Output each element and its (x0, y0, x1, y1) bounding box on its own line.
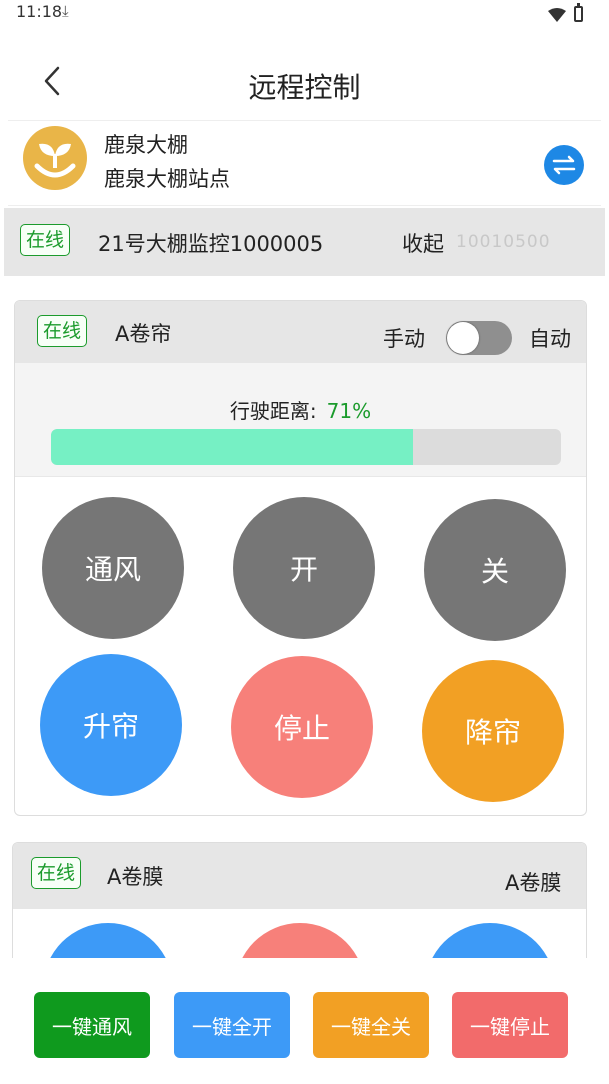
film-title: A卷膜 (107, 865, 164, 889)
close-button[interactable]: 关 (424, 499, 566, 641)
wifi-icon (548, 8, 566, 22)
progress-bar (51, 429, 561, 465)
sprout-logo-graphic (34, 143, 76, 178)
site-name: 鹿泉大棚 (104, 133, 188, 157)
progress-area: 行驶距离: 71% (15, 363, 586, 477)
ventilate-all-button[interactable]: 一键通风 (34, 992, 150, 1058)
device-name: 21号大棚监控1000005 (98, 232, 324, 256)
lower-curtain-button[interactable]: 降帘 (422, 660, 564, 802)
battery-icon (574, 3, 583, 22)
close-all-button[interactable]: 一键全关 (313, 992, 429, 1058)
swap-arrows-icon (552, 155, 576, 175)
download-icon: ⤓ (62, 2, 69, 20)
sprout-logo (23, 126, 87, 190)
stop-button[interactable]: 停止 (231, 656, 373, 798)
film-right-label: A卷膜 (505, 871, 562, 895)
bottom-action-bar: 一键通风 一键全开 一键全关 一键停止 (0, 958, 609, 1084)
film-card-header: 在线 A卷膜 A卷膜 (13, 843, 586, 909)
raise-curtain-button[interactable]: 升帘 (40, 654, 182, 796)
progress-value: 71% (326, 399, 372, 423)
device-header: 在线 21号大棚监控1000005 收起 10010500 (4, 208, 605, 276)
curtain-card-header: 在线 A卷帘 手动 自动 (15, 301, 586, 363)
progress-label-row: 行驶距离: 71% (15, 395, 586, 424)
stop-all-button[interactable]: 一键停止 (452, 992, 568, 1058)
status-badge: 在线 (20, 224, 71, 256)
open-button[interactable]: 开 (233, 497, 375, 639)
toggle-knob (447, 322, 479, 354)
status-badge: 在线 (31, 857, 82, 889)
curtain-control-card: 在线 A卷帘 手动 自动 行驶距离: 71% 通风 开 关 升帘 停止 降帘 (14, 300, 587, 816)
progress-fill (51, 429, 414, 465)
open-all-button[interactable]: 一键全开 (174, 992, 290, 1058)
mode-auto-label: 自动 (529, 327, 571, 351)
curtain-title: A卷帘 (115, 322, 172, 346)
collapse-extra-text: 10010500 (456, 232, 551, 252)
mode-manual-label: 手动 (383, 327, 425, 351)
status-bar: 11:18 ⤓ (0, 0, 609, 36)
switch-site-button[interactable] (544, 145, 584, 185)
ventilate-button[interactable]: 通风 (42, 497, 184, 639)
status-badge: 在线 (37, 315, 88, 347)
site-station: 鹿泉大棚站点 (104, 167, 230, 191)
progress-label: 行驶距离: (229, 399, 317, 423)
page-title: 远程控制 (248, 71, 361, 104)
mode-toggle[interactable] (446, 321, 512, 355)
site-card: 鹿泉大棚 鹿泉大棚站点 (8, 120, 601, 206)
collapse-button[interactable]: 收起 (402, 228, 444, 258)
nav-bar: 远程控制 (0, 40, 609, 120)
status-time: 11:18 (16, 2, 63, 21)
